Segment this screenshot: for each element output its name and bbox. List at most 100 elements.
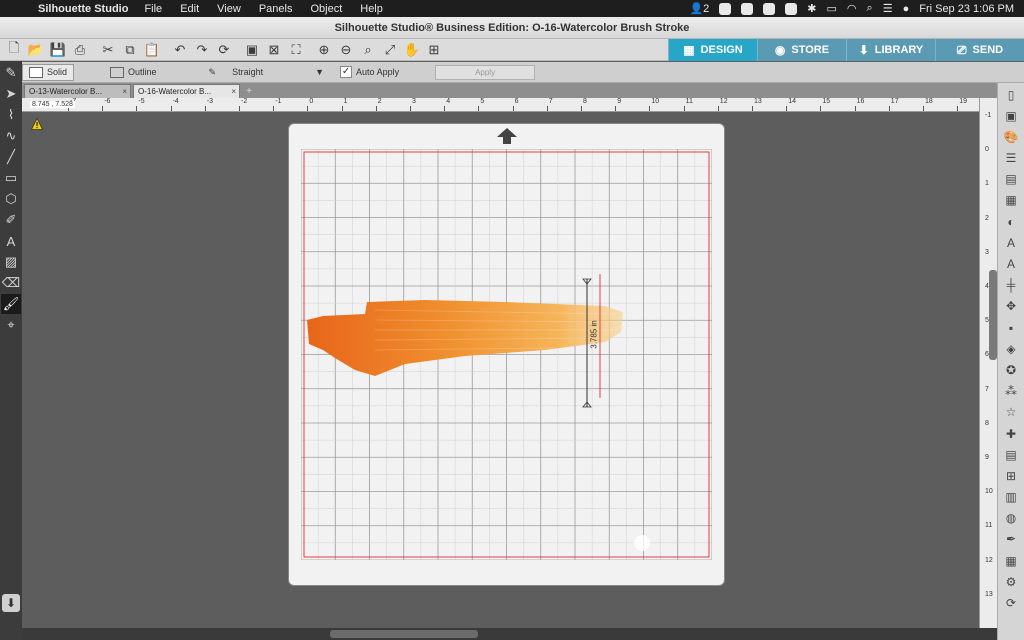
transparency-icon[interactable]: ◐ (1001, 212, 1021, 231)
horizontal-scrollbar[interactable] (22, 628, 997, 640)
save-icon[interactable]: 💾 (48, 41, 68, 59)
tab-store[interactable]: ◉ STORE (757, 39, 846, 61)
menu-help[interactable]: Help (360, 3, 383, 15)
straight-option[interactable]: ✎ Straight (203, 64, 270, 81)
undo-icon[interactable]: ↶ (170, 41, 190, 59)
library-panel-icon[interactable]: ▥ (1001, 488, 1021, 507)
point-edit-icon[interactable]: ⌇ (1, 105, 21, 125)
curve-icon[interactable]: ∿ (1, 126, 21, 146)
scroll-thumb[interactable] (330, 630, 478, 638)
menu-view[interactable]: View (217, 3, 241, 15)
download-icon[interactable]: ⬇ (2, 594, 20, 612)
display-icon[interactable] (785, 2, 798, 15)
horizontal-ruler[interactable]: -7-6-5-4-3-2-101234567891011121314151617… (22, 98, 979, 112)
outline-option[interactable]: Outline (104, 64, 163, 81)
bluetooth-icon[interactable]: ✱ (807, 2, 816, 15)
print-icon[interactable]: ⎙ (70, 41, 90, 59)
menubar-clock[interactable]: Fri Sep 23 1:06 PM (919, 3, 1014, 15)
nesting-icon[interactable]: ⊞ (1001, 466, 1021, 485)
brush-tool-icon[interactable]: 🖌 (1, 294, 21, 314)
control-center-icon[interactable]: ☰ (883, 2, 893, 15)
redo-icon[interactable]: ↷ (192, 41, 212, 59)
line-style-dropdown[interactable]: ▼ (309, 64, 330, 81)
cut-icon[interactable]: ✂ (98, 41, 118, 59)
ungroup-icon[interactable]: ⊠ (264, 41, 284, 59)
pen-panel-icon[interactable]: ✒ (1001, 530, 1021, 549)
puzzle-icon[interactable]: ✚ (1001, 424, 1021, 443)
auto-apply-option[interactable]: ✓ Auto Apply (334, 64, 405, 81)
select-all-icon[interactable]: ⛶ (286, 41, 306, 59)
modify-icon[interactable]: ◈ (1001, 339, 1021, 358)
freehand-icon[interactable]: ✐ (1, 210, 21, 230)
calendar-icon[interactable] (741, 2, 754, 15)
page-setup-icon[interactable]: ▯ (1001, 85, 1021, 104)
polygon-tool-icon[interactable]: ⬡ (1, 189, 21, 209)
design-store-icon[interactable]: ◍ (1001, 509, 1021, 528)
menu-panels[interactable]: Panels (259, 3, 293, 15)
solid-option[interactable]: Solid (22, 63, 75, 81)
vertical-ruler[interactable]: -1 0 1 2 3 4 5 6 7 8 9 10 11 12 13 (979, 98, 997, 628)
paste-icon[interactable]: 📋 (142, 41, 162, 59)
map-icon[interactable]: ▦ (1001, 551, 1021, 570)
offset-icon[interactable]: ✪ (1001, 360, 1021, 379)
menu-file[interactable]: File (144, 3, 162, 15)
fill-color-icon[interactable]: 🎨 (1001, 127, 1021, 146)
line-tool-icon[interactable]: ╱ (1, 147, 21, 167)
transform-icon[interactable]: ✥ (1001, 297, 1021, 316)
auto-apply-checkbox[interactable]: ✓ (340, 66, 353, 78)
user-icon[interactable]: 👤2 (689, 2, 709, 15)
refresh-icon[interactable]: ⟳ (214, 41, 234, 59)
battery-icon[interactable]: ▭ (827, 2, 837, 15)
app-status-icon[interactable] (719, 2, 732, 15)
text-to-path-icon[interactable]: A (1001, 255, 1021, 274)
copy-icon[interactable]: ⧉ (120, 41, 140, 59)
image-effects-icon[interactable]: ▦ (1001, 191, 1021, 210)
pan-icon[interactable]: ✋ (402, 41, 422, 59)
text-tool-icon[interactable]: A (1, 231, 21, 251)
line-color-icon[interactable]: ▤ (1001, 170, 1021, 189)
zoom-out-icon[interactable]: ⊖ (336, 41, 356, 59)
open-icon[interactable]: 📂 (26, 41, 46, 59)
app-menu[interactable]: Silhouette Studio (38, 3, 128, 15)
replicate-icon[interactable]: ▪ (1001, 318, 1021, 337)
align-icon[interactable]: ╪ (1001, 276, 1021, 295)
tab-design[interactable]: ▦ DESIGN (668, 39, 757, 61)
select-arrow-icon[interactable]: ➤ (1, 84, 21, 104)
pixscan-icon[interactable]: ▣ (1001, 106, 1021, 125)
new-doc-icon[interactable]: 🗋 (4, 40, 24, 59)
doc-tab-o13[interactable]: O-13-Watercolor B... × (24, 84, 131, 98)
group-icon[interactable]: ▣ (242, 41, 262, 59)
refresh-panel-icon[interactable]: ⟳ (1001, 594, 1021, 613)
zoom-select-icon[interactable]: ⌕ (358, 41, 378, 59)
warning-icon[interactable] (31, 118, 43, 130)
doc-tab-o16[interactable]: O-16-Watercolor B... × (133, 84, 240, 98)
layers-icon[interactable]: ▤ (1001, 445, 1021, 464)
close-icon[interactable]: × (231, 85, 236, 98)
apply-button[interactable]: Apply (435, 64, 536, 80)
zoom-fit-icon[interactable]: ⤢ (380, 41, 400, 59)
zoom-in-icon[interactable]: ⊕ (314, 41, 334, 59)
menu-edit[interactable]: Edit (180, 3, 199, 15)
menu-object[interactable]: Object (310, 3, 342, 15)
eraser-icon[interactable]: ⌫ (1, 273, 21, 293)
sketch-icon[interactable]: ☆ (1001, 403, 1021, 422)
siri-icon[interactable]: ● (903, 3, 910, 15)
add-tab-button[interactable]: + (243, 86, 255, 98)
vertical-scrollbar[interactable] (989, 270, 997, 360)
settings-icon[interactable]: ⚙ (1001, 572, 1021, 591)
pen-tool-icon[interactable]: ✎ (1, 63, 21, 83)
image-tool-icon[interactable]: ▨ (1, 252, 21, 272)
wifi-icon[interactable]: ◠ (847, 2, 857, 15)
trace-icon[interactable]: ⁂ (1001, 382, 1021, 401)
spotlight-search-icon[interactable]: ⌕ (867, 2, 873, 15)
line-style-icon[interactable]: ☰ (1001, 149, 1021, 168)
tab-send[interactable]: ⎚ SEND (935, 39, 1024, 61)
cloud-icon[interactable] (763, 2, 776, 15)
eyedropper-icon[interactable]: ⌖ (1, 315, 21, 335)
rectangle-tool-icon[interactable]: ▭ (1, 168, 21, 188)
tab-library[interactable]: ⬇ LIBRARY (846, 39, 935, 61)
close-icon[interactable]: × (122, 85, 127, 98)
text-style-icon[interactable]: A (1001, 233, 1021, 252)
fit-page-icon[interactable]: ⊞ (424, 41, 444, 59)
document-tabs: O-13-Watercolor B... × O-16-Watercolor B… (22, 83, 997, 98)
